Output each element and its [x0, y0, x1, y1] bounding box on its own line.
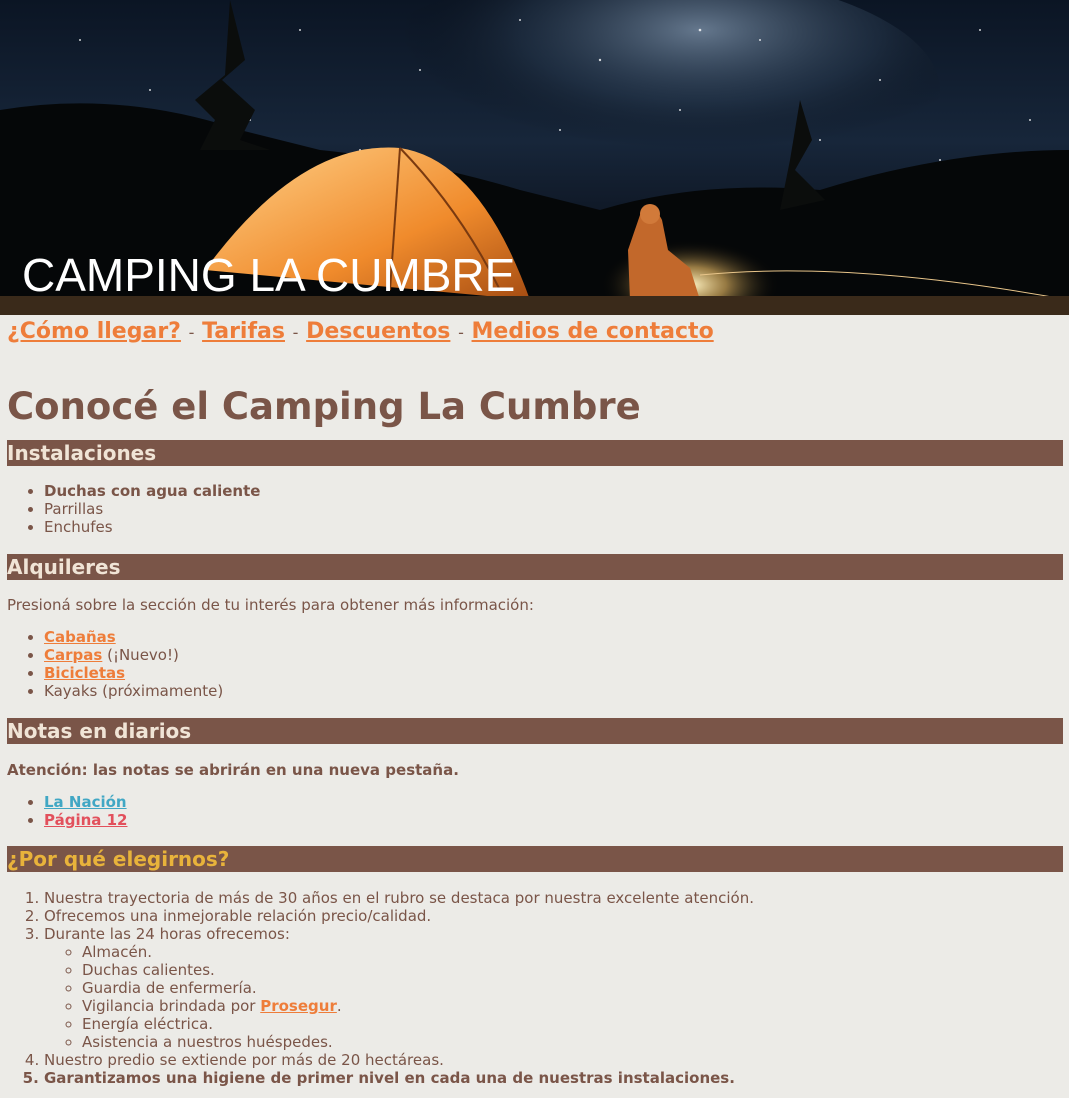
nav-link-descuentos[interactable]: Descuentos — [306, 319, 450, 344]
nav-separator: - — [292, 323, 299, 342]
link-cabanas[interactable]: Cabañas — [44, 628, 116, 646]
list-item: Kayaks (próximamente) — [44, 682, 1069, 700]
alquileres-intro: Presioná sobre la sección de tu interés … — [7, 596, 534, 614]
nav-link-como-llegar[interactable]: ¿Cómo llegar? — [7, 319, 181, 344]
link-la-nacion[interactable]: La Nación — [44, 793, 127, 811]
section-heading-porque: ¿Por qué elegirnos? — [7, 846, 1063, 872]
list-item: Nuestro predio se extiende por más de 20… — [44, 1051, 1069, 1069]
list-item: Ofrecemos una inmejorable relación preci… — [44, 907, 1069, 925]
section-instalaciones: Instalaciones Duchas con agua caliente P… — [0, 440, 1069, 536]
list-item: Página 12 — [44, 811, 1069, 829]
list-item: La Nación — [44, 793, 1069, 811]
link-prosegur[interactable]: Prosegur — [260, 997, 337, 1015]
sublist-item: Duchas calientes. — [82, 961, 1069, 979]
link-carpas[interactable]: Carpas — [44, 646, 102, 664]
list-item: Nuestra trayectoria de más de 30 años en… — [44, 889, 1069, 907]
hero-title: CAMPING LA CUMBRE — [22, 249, 516, 301]
instalaciones-list: Duchas con agua caliente Parrillas Enchu… — [0, 482, 1069, 536]
porque-list: Nuestra trayectoria de más de 30 años en… — [0, 889, 1069, 1087]
alquileres-list: Cabañas Carpas (¡Nuevo!) Bicicletas Kaya… — [0, 628, 1069, 700]
list-item: Garantizamos una higiene de primer nivel… — [44, 1069, 1069, 1087]
nav-link-tarifas[interactable]: Tarifas — [202, 319, 285, 344]
list-item-text: Durante las 24 horas ofrecemos: — [44, 925, 290, 943]
carpas-note: (¡Nuevo!) — [102, 646, 179, 664]
section-porque: ¿Por qué elegirnos? Nuestra trayectoria … — [0, 846, 1069, 1087]
list-item: Parrillas — [44, 500, 1069, 518]
section-alquileres: Alquileres Presioná sobre la sección de … — [0, 554, 1069, 700]
sublist-item: Guardia de enfermería. — [82, 979, 1069, 997]
list-item: Carpas (¡Nuevo!) — [44, 646, 1069, 664]
notas-list: La Nación Página 12 — [0, 793, 1069, 829]
notas-notice: Atención: las notas se abrirán en una nu… — [7, 761, 459, 779]
list-item: Bicicletas — [44, 664, 1069, 682]
list-item: Cabañas — [44, 628, 1069, 646]
page-title: Conocé el Camping La Cumbre — [7, 385, 641, 428]
main-nav: ¿Cómo llegar? - Tarifas - Descuentos - M… — [0, 315, 1069, 359]
sublist-item: Energía eléctrica. — [82, 1015, 1069, 1033]
section-heading-instalaciones: Instalaciones — [7, 440, 1063, 466]
link-bicicletas[interactable]: Bicicletas — [44, 664, 125, 682]
sublist-item: Almacén. — [82, 943, 1069, 961]
sublist-item: Asistencia a nuestros huéspedes. — [82, 1033, 1069, 1051]
list-item: Durante las 24 horas ofrecemos: Almacén.… — [44, 925, 1069, 1051]
nav-separator: - — [458, 323, 464, 342]
section-notas: Notas en diarios Atención: las notas se … — [0, 718, 1069, 829]
vigilancia-suffix: . — [336, 997, 342, 1015]
list-item: Duchas con agua caliente — [44, 482, 1069, 500]
nav-link-medios-de-contacto[interactable]: Medios de contacto — [472, 319, 714, 344]
section-heading-alquileres: Alquileres — [7, 554, 1063, 580]
nav-separator: - — [188, 323, 195, 342]
link-pagina-12[interactable]: Página 12 — [44, 811, 128, 829]
servicios-sublist: Almacén. Duchas calientes. Guardia de en… — [44, 943, 1069, 1051]
vigilancia-prefix: Vigilancia brindada por — [82, 997, 261, 1015]
list-item: Enchufes — [44, 518, 1069, 536]
sublist-item: Vigilancia brindada por Prosegur. — [82, 997, 1069, 1015]
section-heading-notas: Notas en diarios — [7, 718, 1063, 744]
hero-banner: CAMPING LA CUMBRE — [0, 0, 1069, 315]
